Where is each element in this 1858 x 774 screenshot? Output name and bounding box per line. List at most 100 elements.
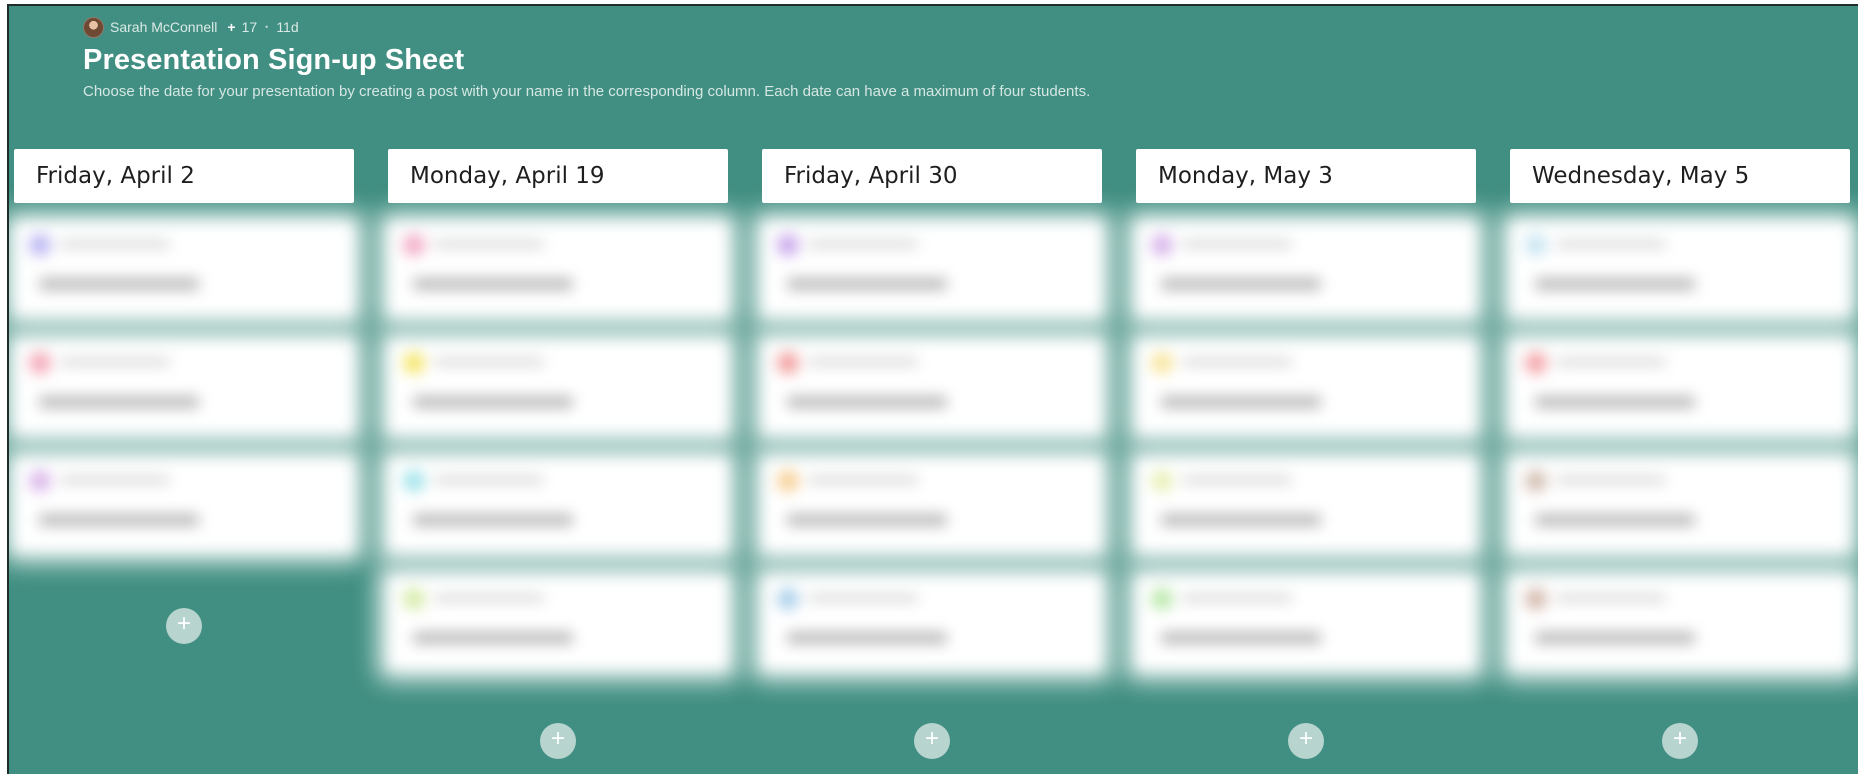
post-card[interactable] <box>762 340 1102 434</box>
post-text-placeholder <box>1535 396 1695 408</box>
column-title[interactable]: Wednesday, May 5 <box>1510 149 1850 203</box>
post-avatar <box>29 234 51 256</box>
post-text-placeholder <box>39 396 199 408</box>
post-avatar <box>1151 470 1173 492</box>
post-text-placeholder <box>413 396 573 408</box>
post-text-placeholder <box>787 514 947 526</box>
post-author-placeholder <box>60 240 170 248</box>
column-posts <box>1510 222 1850 670</box>
post-card[interactable] <box>388 222 728 316</box>
post-text-placeholder <box>1535 278 1695 290</box>
plus-icon: + <box>550 725 565 752</box>
post-avatar <box>777 588 799 610</box>
column-friday-april-2: Friday, April 2 <box>14 149 354 576</box>
post-text-placeholder <box>787 278 947 290</box>
column-wednesday-may-5: Wednesday, May 5 <box>1510 149 1850 694</box>
post-text-placeholder <box>1161 632 1321 644</box>
post-author-placeholder <box>808 240 918 248</box>
post-avatar <box>403 470 425 492</box>
post-avatar <box>777 234 799 256</box>
post-card[interactable] <box>1510 576 1850 670</box>
post-card[interactable] <box>14 340 354 434</box>
post-text-placeholder <box>1161 396 1321 408</box>
plus-icon: + <box>227 19 236 35</box>
add-post-button[interactable]: + <box>166 608 202 644</box>
post-avatar <box>403 588 425 610</box>
board-header: Sarah McConnell + 17 • 11d Presentation … <box>83 16 1783 100</box>
column-friday-april-30: Friday, April 30 <box>762 149 1102 694</box>
post-avatar <box>1151 234 1173 256</box>
post-avatar <box>777 352 799 374</box>
separator-dot: • <box>265 22 269 32</box>
post-card[interactable] <box>1136 576 1476 670</box>
post-author-placeholder <box>1182 358 1292 366</box>
board-meta: Sarah McConnell + 17 • 11d <box>83 16 1783 38</box>
post-text-placeholder <box>1161 278 1321 290</box>
add-post-button[interactable]: + <box>540 723 576 759</box>
post-text-placeholder <box>1535 514 1695 526</box>
column-monday-may-3: Monday, May 3 <box>1136 149 1476 694</box>
post-card[interactable] <box>388 576 728 670</box>
add-post-button[interactable]: + <box>1288 723 1324 759</box>
post-text-placeholder <box>1161 514 1321 526</box>
post-avatar <box>1525 234 1547 256</box>
column-posts <box>1136 222 1476 670</box>
post-card[interactable] <box>1510 340 1850 434</box>
author-avatar[interactable] <box>83 16 104 38</box>
post-card[interactable] <box>1510 222 1850 316</box>
post-author-placeholder <box>60 476 170 484</box>
post-avatar <box>1525 588 1547 610</box>
post-avatar <box>1151 588 1173 610</box>
post-author-placeholder <box>1556 240 1666 248</box>
column-title[interactable]: Friday, April 30 <box>762 149 1102 203</box>
post-text-placeholder <box>39 514 199 526</box>
column-title[interactable]: Monday, April 19 <box>388 149 728 203</box>
post-card[interactable] <box>762 576 1102 670</box>
add-post-button[interactable]: + <box>1662 723 1698 759</box>
post-avatar <box>1525 470 1547 492</box>
board-age: 11d <box>276 19 299 35</box>
post-card[interactable] <box>762 222 1102 316</box>
post-card[interactable] <box>388 458 728 552</box>
post-avatar <box>403 352 425 374</box>
column-title[interactable]: Monday, May 3 <box>1136 149 1476 203</box>
post-author-placeholder <box>1182 594 1292 602</box>
post-text-placeholder <box>413 632 573 644</box>
post-card[interactable] <box>762 458 1102 552</box>
post-author-placeholder <box>1556 594 1666 602</box>
column-posts <box>388 222 728 670</box>
post-text-placeholder <box>413 514 573 526</box>
post-card[interactable] <box>1136 458 1476 552</box>
post-card[interactable] <box>14 458 354 552</box>
column-title[interactable]: Friday, April 2 <box>14 149 354 203</box>
post-card[interactable] <box>1136 340 1476 434</box>
post-author-placeholder <box>808 594 918 602</box>
plus-icon: + <box>176 610 191 637</box>
post-author-placeholder <box>434 358 544 366</box>
post-avatar <box>1525 352 1547 374</box>
column-posts <box>14 222 354 552</box>
post-avatar <box>403 234 425 256</box>
post-card[interactable] <box>1136 222 1476 316</box>
post-avatar <box>29 352 51 374</box>
post-avatar <box>29 470 51 492</box>
post-card[interactable] <box>14 222 354 316</box>
column-posts <box>762 222 1102 670</box>
plus-icon: + <box>1298 725 1313 752</box>
plus-icon: + <box>1672 725 1687 752</box>
post-card[interactable] <box>1510 458 1850 552</box>
padlet-board: Sarah McConnell + 17 • 11d Presentation … <box>7 4 1858 774</box>
post-author-placeholder <box>1556 358 1666 366</box>
post-avatar <box>777 470 799 492</box>
post-author-placeholder <box>434 240 544 248</box>
post-author-placeholder <box>808 358 918 366</box>
post-text-placeholder <box>1535 632 1695 644</box>
post-card[interactable] <box>388 340 728 434</box>
post-author-placeholder <box>1182 240 1292 248</box>
add-post-button[interactable]: + <box>914 723 950 759</box>
board-description: Choose the date for your presentation by… <box>83 83 1091 100</box>
author-name[interactable]: Sarah McConnell <box>110 19 217 35</box>
page-title: Presentation Sign-up Sheet <box>83 44 465 76</box>
post-avatar <box>1151 352 1173 374</box>
post-text-placeholder <box>39 278 199 290</box>
